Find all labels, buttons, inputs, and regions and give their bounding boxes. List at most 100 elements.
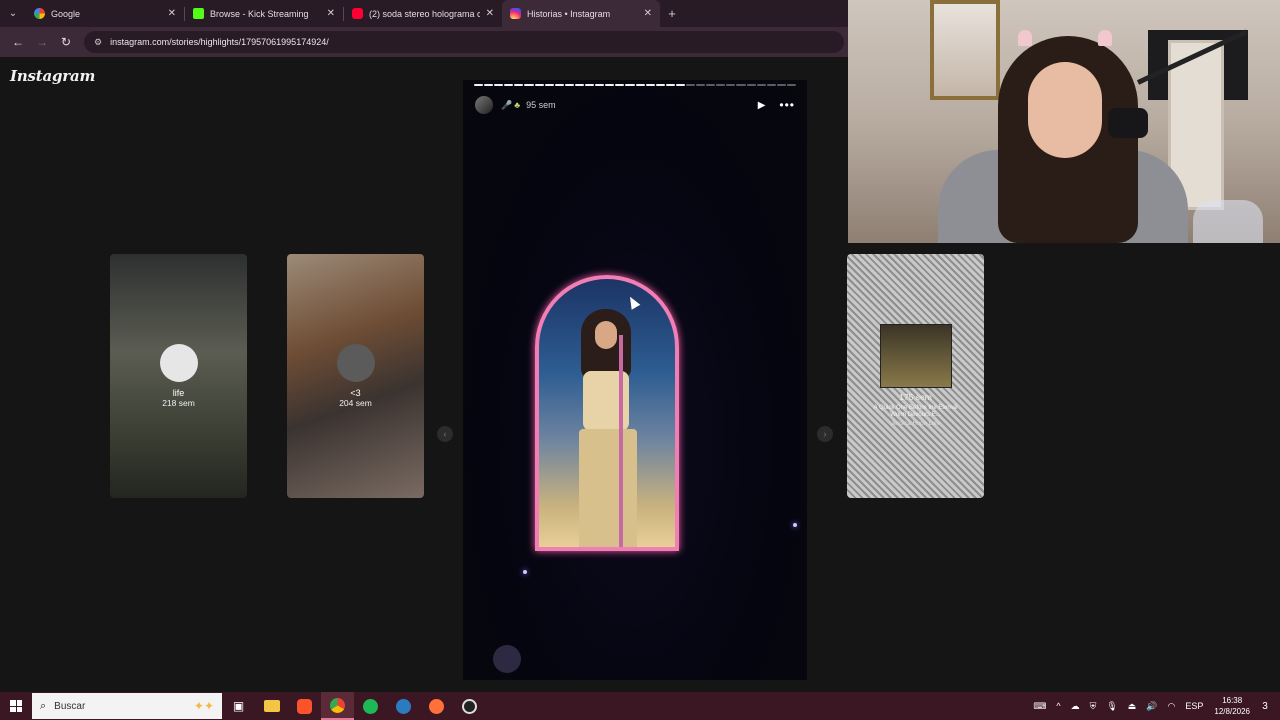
instagram-logo[interactable]: Instagram — [10, 67, 95, 85]
next-story-button[interactable]: › — [817, 426, 833, 442]
highlight-subtitle-2: Jessica Hope Lafe — [890, 420, 941, 427]
microphone-tray-icon[interactable]: 🎙 — [1106, 701, 1117, 712]
tab-title: (2) soda stereo holograma cera — [369, 8, 480, 19]
tab-youtube[interactable]: (2) soda stereo holograma cera ✕ — [344, 0, 502, 27]
thumbnail-overlay: life 218 sem — [110, 254, 247, 498]
volume-icon[interactable]: 🔊 — [1146, 701, 1157, 712]
onedrive-icon[interactable]: ☁ — [1071, 701, 1080, 712]
story-thumbnail[interactable]: 175 sem A Quick One Before the Eternal W… — [847, 254, 984, 498]
progress-segment — [635, 84, 645, 86]
system-tray: ⌨ ^ ☁ ⛨ 🎙 ⏏ 🔊 ◠ ESP 16:38 12/8/2026 3 — [1028, 692, 1280, 720]
play-icon[interactable]: ▶ — [758, 100, 766, 111]
microphone — [1108, 108, 1148, 138]
glass — [1193, 200, 1263, 243]
progress-segment — [675, 84, 685, 86]
streamer-face — [1028, 62, 1102, 158]
task-view-icon[interactable]: ▣ — [222, 692, 255, 720]
close-icon[interactable]: ✕ — [644, 8, 652, 19]
progress-segment — [605, 84, 615, 86]
singer-face — [595, 321, 617, 349]
progress-segment — [726, 84, 736, 86]
clock[interactable]: 16:38 12/8/2026 — [1214, 695, 1250, 717]
instagram-icon — [510, 8, 521, 19]
progress-segment — [595, 84, 605, 86]
tab-google[interactable]: Google ✕ — [26, 0, 184, 27]
wall-mirror — [930, 0, 1000, 100]
progress-segment — [776, 84, 786, 86]
story-thumbnail[interactable]: <3 204 sem — [287, 254, 424, 498]
tab-kick[interactable]: Browse - Kick Streaming ✕ — [185, 0, 343, 27]
cat-ear-left — [1018, 30, 1032, 46]
progress-segment — [574, 84, 585, 86]
mic-stand — [619, 335, 623, 547]
browser-toolbar: ← → ↻ ⚙ instagram.com/stories/highlights… — [0, 27, 848, 57]
search-icon: ⌕ — [40, 699, 47, 712]
previous-story-button[interactable]: ‹ — [437, 426, 453, 442]
tab-instagram[interactable]: Historias • Instagram ✕ — [502, 0, 660, 27]
story-time: 95 sem — [526, 100, 556, 110]
brave-icon[interactable] — [288, 692, 321, 720]
close-icon[interactable]: ✕ — [327, 8, 335, 19]
cat-ear-right — [1098, 30, 1112, 46]
singer-skirt — [579, 429, 637, 547]
story-image — [535, 275, 679, 551]
progress-segment — [474, 84, 484, 86]
windows-taskbar: ⌕ Buscar ✦✦ ▣ ⌨ ^ ☁ ⛨ 🎙 ⏏ 🔊 ◠ ESP 16:38 … — [0, 692, 1280, 720]
kick-icon — [193, 8, 204, 19]
more-options-icon[interactable]: ••• — [779, 98, 795, 112]
story-thumbnail[interactable]: life 218 sem — [110, 254, 247, 498]
obs-icon[interactable] — [453, 692, 486, 720]
file-explorer-icon[interactable] — [255, 692, 288, 720]
chevron-up-icon[interactable]: ^ — [1056, 701, 1060, 711]
microphone-icon: 🎤 — [501, 99, 513, 110]
singer-figure — [573, 309, 643, 547]
firefox-icon[interactable] — [420, 692, 453, 720]
progress-segment — [504, 84, 514, 86]
story-header: 🎤 ♣ 95 sem ▶ ••• — [475, 94, 795, 116]
close-icon[interactable]: ✕ — [168, 8, 176, 19]
google-icon — [34, 8, 45, 19]
highlight-time: 218 sem — [162, 398, 195, 408]
progress-segment — [786, 84, 796, 86]
story-viewer[interactable]: 🎤 ♣ 95 sem ▶ ••• — [463, 80, 807, 680]
progress-segment — [615, 84, 625, 86]
keyboard-icon[interactable]: ⌨ — [1033, 701, 1046, 712]
notification-icon[interactable]: 3 — [1256, 697, 1274, 715]
avatar — [336, 344, 375, 382]
taskbar-search[interactable]: ⌕ Buscar ✦✦ — [32, 693, 222, 719]
figure-icon: ♣ — [514, 100, 521, 110]
progress-segment — [494, 84, 504, 86]
thumbnail-overlay: 175 sem A Quick One Before the Eternal W… — [847, 254, 984, 498]
highlight-time: 204 sem — [339, 398, 372, 408]
close-icon[interactable]: ✕ — [486, 8, 494, 19]
reload-button[interactable]: ↻ — [54, 30, 78, 54]
stage-light — [523, 570, 527, 574]
spotify-icon[interactable] — [354, 692, 387, 720]
notification-count: 3 — [1262, 700, 1268, 712]
thumbnail-image — [879, 324, 952, 389]
webcam-overlay — [848, 0, 1280, 243]
wifi-icon[interactable]: ◠ — [1168, 701, 1176, 712]
language-indicator[interactable]: ESP — [1185, 701, 1203, 711]
address-bar[interactable]: ⚙ instagram.com/stories/highlights/17957… — [84, 31, 844, 53]
tab-search-button[interactable]: ⌄ — [0, 0, 26, 27]
usb-icon[interactable]: ⏏ — [1128, 701, 1137, 712]
progress-segment — [736, 84, 746, 86]
progress-segment — [685, 84, 696, 86]
story-progress-bar — [474, 84, 796, 86]
edge-icon[interactable] — [387, 692, 420, 720]
tab-title: Historias • Instagram — [527, 8, 611, 19]
start-button[interactable] — [0, 692, 32, 720]
progress-segment — [585, 84, 595, 86]
new-tab-button[interactable]: + — [660, 6, 684, 21]
progress-segment — [696, 84, 706, 86]
forward-button[interactable]: → — [30, 30, 54, 54]
chrome-icon[interactable] — [321, 692, 354, 720]
site-info-icon[interactable]: ⚙ — [94, 37, 102, 48]
story-reply-icon[interactable] — [493, 645, 521, 673]
avatar[interactable] — [475, 96, 493, 114]
back-button[interactable]: ← — [6, 30, 30, 54]
security-icon[interactable]: ⛨ — [1090, 701, 1097, 712]
progress-segment — [544, 84, 554, 86]
progress-segment — [625, 84, 635, 86]
